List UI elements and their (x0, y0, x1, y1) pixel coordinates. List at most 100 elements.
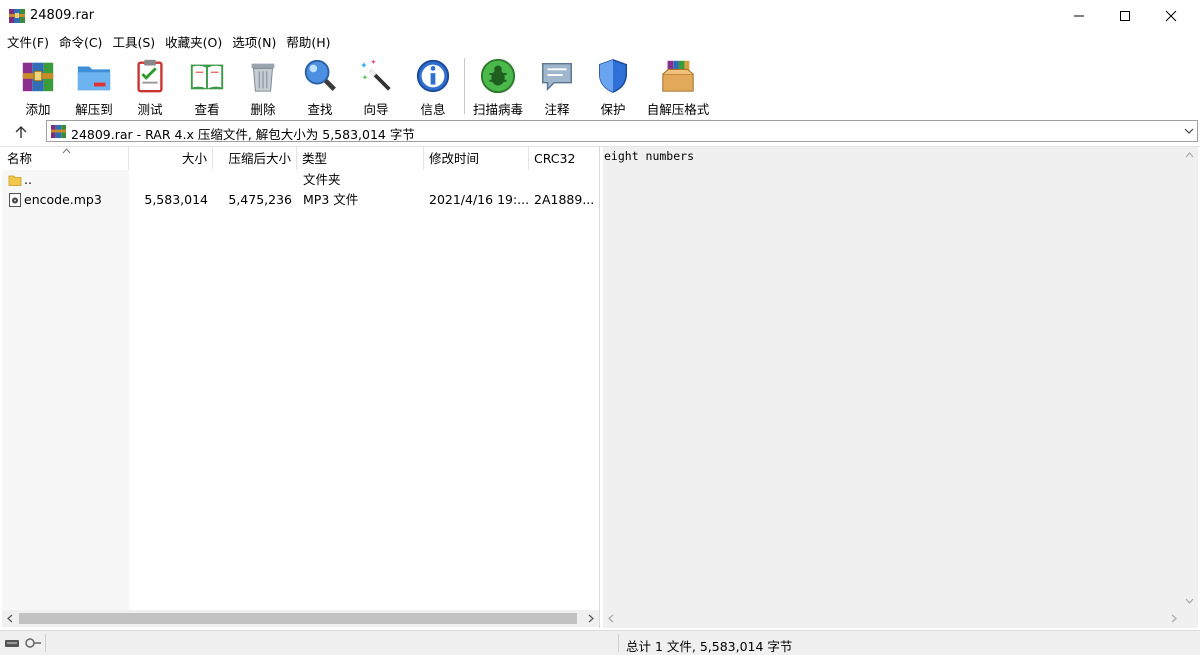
list-item[interactable]: encode.mp3 5,583,014 5,475,236 MP3 文件 20… (2, 190, 599, 210)
title-bar: 24809.rar (0, 0, 1200, 32)
item-name: encode.mp3 (24, 192, 102, 207)
winrar-app-icon (9, 9, 25, 23)
comment-icon (542, 62, 572, 92)
delete-label: 删除 (250, 102, 276, 117)
info-button[interactable]: 信息 (413, 53, 453, 118)
menu-file[interactable]: 文件(F) (2, 32, 54, 53)
shield-icon (598, 59, 628, 93)
chevron-down-icon[interactable] (1183, 125, 1195, 137)
minimize-button[interactable] (1056, 0, 1102, 32)
protect-label: 保护 (600, 102, 626, 117)
item-type: MP3 文件 (303, 192, 359, 207)
find-label: 查找 (307, 102, 333, 117)
address-bar: 24809.rar - RAR 4.x 压缩文件, 解包大小为 5,583,01… (0, 119, 1200, 144)
info-icon (416, 59, 450, 93)
column-packed[interactable]: 压缩后大小 (213, 147, 297, 170)
file-list-pane: 名称 大小 压缩后大小 类型 修改时间 CRC32 .. 文件夹 encode.… (2, 147, 600, 628)
extract-folder-icon (77, 66, 111, 91)
extract-to-label: 解压到 (75, 102, 113, 117)
scroll-up-icon[interactable] (1185, 151, 1194, 160)
menu-favorites[interactable]: 收藏夹(O) (160, 32, 227, 53)
maximize-icon (1120, 11, 1130, 21)
test-clipboard-icon (137, 59, 163, 93)
scroll-left-icon[interactable] (6, 614, 15, 623)
item-type: 文件夹 (303, 172, 341, 187)
view-label: 查看 (194, 102, 220, 117)
status-divider (45, 634, 46, 652)
virus-bug-icon (480, 58, 516, 94)
svg-text:✦: ✦ (370, 58, 377, 67)
menu-tools[interactable]: 工具(S) (107, 32, 160, 53)
svg-text:✦: ✦ (362, 73, 369, 82)
column-modified[interactable]: 修改时间 (424, 147, 529, 170)
wizard-button[interactable]: ✦ ✦ ✦ 向导 (356, 53, 396, 118)
scroll-thumb[interactable] (19, 613, 577, 624)
rar-archive-icon (51, 124, 66, 139)
close-button[interactable] (1148, 0, 1194, 32)
magic-wand-icon: ✦ ✦✦ (360, 58, 391, 91)
column-type[interactable]: 类型 (297, 147, 424, 170)
virus-scan-button[interactable]: 扫描病毒 (472, 53, 524, 118)
archive-comment-text: eight numbers (604, 149, 695, 163)
comment-label: 注释 (544, 102, 570, 117)
comment-pane[interactable]: eight numbers (603, 147, 1198, 628)
add-button[interactable]: 添加 (18, 53, 58, 118)
menu-commands[interactable]: 命令(C) (54, 32, 107, 53)
folder-up-icon (8, 175, 22, 186)
virus-scan-label: 扫描病毒 (472, 102, 523, 117)
arrow-up-icon (15, 126, 27, 138)
list-item[interactable]: .. 文件夹 (2, 170, 599, 190)
view-book-icon (190, 64, 224, 90)
sfx-button[interactable]: 自解压格式 (646, 53, 710, 118)
drive-key-icon[interactable] (3, 635, 45, 651)
comment-vertical-scrollbar[interactable] (1181, 147, 1198, 610)
scroll-right-icon[interactable] (1169, 614, 1178, 623)
item-name: .. (24, 172, 32, 187)
extract-to-button[interactable]: 解压到 (72, 53, 116, 118)
address-field[interactable]: 24809.rar - RAR 4.x 压缩文件, 解包大小为 5,583,01… (46, 120, 1198, 142)
item-packed-size: 5,475,236 (228, 192, 292, 207)
column-size[interactable]: 大小 (129, 147, 213, 170)
status-summary: 总计 1 文件, 5,583,014 字节 (626, 639, 793, 654)
item-size: 5,583,014 (144, 192, 208, 207)
view-button[interactable]: 查看 (185, 53, 229, 118)
status-bar: 总计 1 文件, 5,583,014 字节 (0, 630, 1200, 655)
svg-text:✦: ✦ (360, 60, 368, 71)
minimize-icon (1074, 15, 1084, 17)
sort-ascending-icon (62, 148, 71, 154)
column-crc[interactable]: CRC32 (529, 147, 599, 170)
toolbar: 添加 解压到 测试 查看 删除 查找 ✦ ✦ ✦ 向导 信息 扫描病毒 注释 保… (0, 53, 1200, 118)
delete-button[interactable]: 删除 (243, 53, 283, 118)
maximize-button[interactable] (1102, 0, 1148, 32)
wizard-label: 向导 (363, 102, 389, 117)
comment-button[interactable]: 注释 (537, 53, 577, 118)
address-text: 24809.rar - RAR 4.x 压缩文件, 解包大小为 5,583,01… (71, 127, 415, 142)
scroll-right-icon[interactable] (586, 614, 595, 623)
file-list-horizontal-scrollbar[interactable] (2, 610, 599, 627)
up-folder-button[interactable] (6, 121, 36, 143)
item-modified: 2021/4/16 19:... (429, 192, 529, 207)
column-name-label: 名称 (7, 151, 33, 166)
sorted-column-background (2, 170, 129, 610)
test-label: 测试 (137, 102, 163, 117)
info-label: 信息 (420, 102, 446, 117)
scroll-down-icon[interactable] (1185, 596, 1194, 605)
protect-button[interactable]: 保护 (593, 53, 633, 118)
add-label: 添加 (25, 102, 51, 117)
sfx-label: 自解压格式 (646, 102, 710, 117)
trash-icon (251, 63, 275, 92)
scroll-left-icon[interactable] (607, 614, 616, 623)
menu-bar: 文件(F) 命令(C) 工具(S) 收藏夹(O) 选项(N) 帮助(H) (0, 32, 1200, 53)
toolbar-separator (464, 58, 465, 114)
column-name[interactable]: 名称 (2, 147, 129, 170)
menu-options[interactable]: 选项(N) (227, 32, 281, 53)
item-crc: 2A1889... (534, 192, 595, 207)
menu-help[interactable]: 帮助(H) (281, 32, 335, 53)
audio-file-icon (9, 193, 21, 207)
status-divider (618, 634, 619, 652)
close-icon (1165, 10, 1177, 22)
test-button[interactable]: 测试 (130, 53, 170, 118)
find-button[interactable]: 查找 (300, 53, 340, 118)
window-title: 24809.rar (30, 8, 95, 23)
comment-horizontal-scrollbar[interactable] (603, 610, 1198, 627)
